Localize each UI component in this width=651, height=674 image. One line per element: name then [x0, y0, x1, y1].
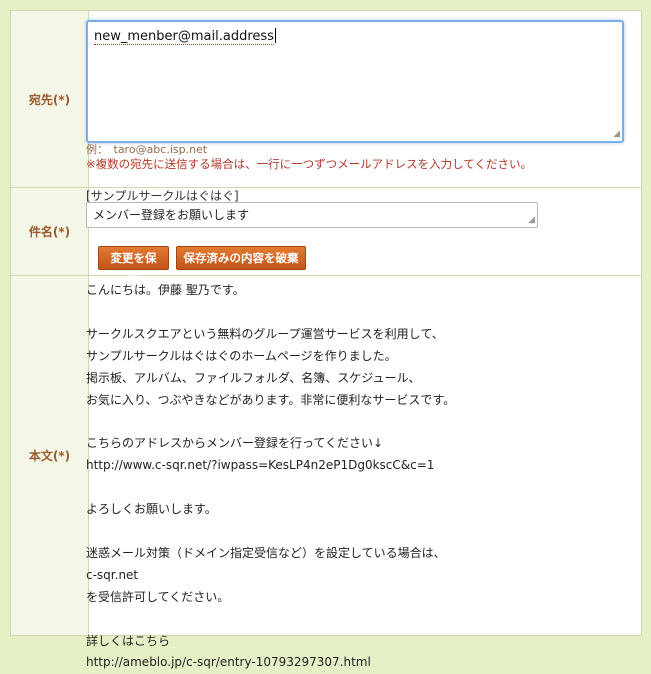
body-line: よろしくお願いします。 [86, 502, 217, 517]
body-line: 掲示板、アルバム、ファイルフォルダ、名簿、スケジュール、 [86, 370, 421, 385]
body-label: 本文(*) [10, 275, 89, 636]
body-line: http://ameblo.jp/c-sqr/entry-10793297307… [86, 655, 371, 670]
save-changes-button[interactable]: 変更を保存 [98, 246, 169, 287]
to-note: ※複数の宛先に送信する場合は、一行に一つずつメールアドレスを入力してください。 [86, 157, 532, 171]
body-line [86, 302, 616, 324]
to-example: 例： taro@abc.isp.net [86, 143, 208, 156]
to-label: 宛先(*) [10, 10, 89, 188]
body-line: 詳しくはこちら [86, 633, 171, 648]
body-line [86, 521, 616, 543]
body-line: こんにちは。伊藤 聖乃です。 [86, 283, 245, 297]
to-textarea[interactable]: new_menber@mail.address ◢ [86, 20, 624, 143]
discard-saved-button[interactable]: 保存済みの内容を破棄 [176, 246, 306, 270]
body-line [86, 477, 616, 499]
body-line: 迷惑メール対策（ドメイン指定受信など）を設定している場合は、 [86, 545, 446, 560]
subject-value: メンバー登録をお願いします [93, 208, 250, 222]
to-value: new_menber@mail.address [94, 29, 274, 45]
resize-grip-icon[interactable]: ◢ [528, 216, 535, 225]
body-line: サークルスクエアという無料のグループ運営サービスを利用して、 [86, 326, 444, 341]
body-line: を受信許可してください。 [86, 589, 230, 604]
body-line: サンプルサークルはぐはぐのホームページを作りました。 [86, 348, 397, 363]
body-line: こちらのアドレスからメンバー登録を行ってください↓ [86, 436, 384, 451]
body-text[interactable]: こんにちは。伊藤 聖乃です。 サークルスクエアという無料のグループ運営サービスを… [86, 280, 616, 674]
body-line: お気に入り、つぶやきなどがあります。非常に便利なサービスです。 [86, 392, 456, 407]
body-line: c-sqr.net [86, 567, 139, 582]
subject-label: 件名(*) [10, 187, 89, 276]
text-caret [274, 28, 276, 43]
subject-input[interactable]: メンバー登録をお願いします ◢ [86, 202, 538, 228]
form-frame: 宛先(*) 件名(*) 本文(*) new_menber@mail.addres… [0, 0, 651, 669]
resize-grip-icon[interactable]: ◢ [613, 130, 620, 139]
body-line [86, 411, 616, 433]
body-line: http://www.c-sqr.net/?iwpass=KesLP4n2eP1… [86, 458, 435, 473]
